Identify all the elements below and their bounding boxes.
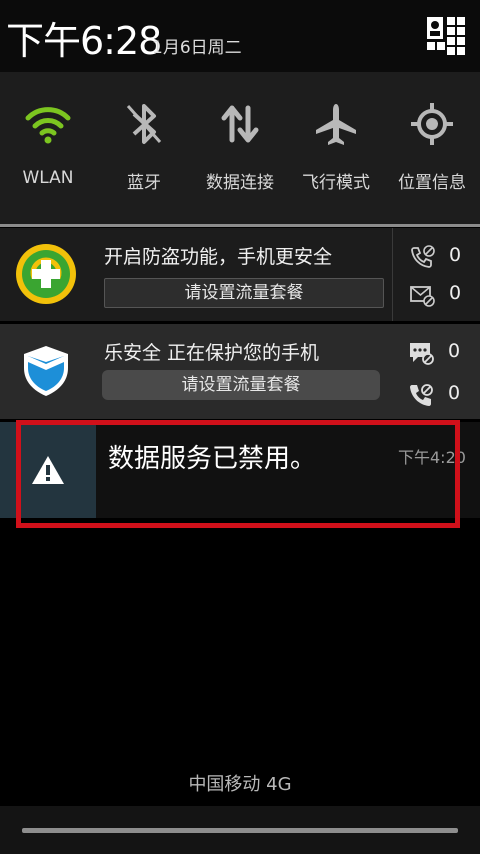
blocked-call-count: 0 (449, 244, 462, 266)
drag-handle-bar[interactable] (0, 806, 480, 854)
notification-card[interactable]: 数据服务已禁用。 下午4:20 (0, 422, 480, 518)
blocked-sms-counter[interactable]: 0 (409, 280, 479, 310)
blocked-phone-count: 0 (448, 382, 461, 404)
notification-title: 数据服务已禁用。 (108, 444, 317, 474)
warning-icon-box (0, 422, 96, 518)
counter-panel: 0 0 (392, 324, 480, 419)
carrier-label: 中国移动 4G (188, 774, 292, 795)
qs-bluetooth-toggle[interactable]: 蓝牙 (96, 72, 192, 226)
clock: 下午6:28 (6, 19, 162, 63)
notification-time: 下午4:20 (398, 448, 466, 467)
blocked-message-icon (410, 343, 434, 365)
blocked-call-icon (411, 245, 435, 268)
qs-location-toggle[interactable]: 位置信息 (384, 72, 480, 226)
qs-label: 蓝牙 (127, 173, 161, 193)
qs-wlan-toggle[interactable]: WLAN (0, 72, 96, 226)
notification-title: 开启防盗功能，手机更安全 (104, 246, 333, 268)
blocked-message-counter[interactable]: 0 (408, 338, 478, 368)
360-security-icon (16, 244, 76, 304)
blocked-phone-icon (410, 384, 433, 406)
qs-label: WLAN (22, 168, 74, 188)
blocked-message-count: 0 (448, 340, 461, 362)
blocked-call-counter[interactable]: 0 (409, 242, 479, 272)
date-label: 1月6日周二 (152, 38, 242, 58)
qs-label: 位置信息 (398, 173, 466, 193)
notification-title: 乐安全 正在保护您的手机 (104, 342, 320, 364)
airplane-icon (316, 104, 356, 145)
qs-airplane-toggle[interactable]: 飞行模式 (288, 72, 384, 226)
qs-label: 数据连接 (206, 173, 274, 193)
notification-card[interactable]: 乐安全 正在保护您的手机 请设置流量套餐 0 0 (0, 324, 480, 419)
warning-icon (32, 456, 64, 484)
counter-panel: 0 0 (392, 228, 480, 321)
notification-card[interactable]: 开启防盗功能，手机更安全 请设置流量套餐 0 0 (0, 228, 480, 321)
settings-grid-icon[interactable] (426, 16, 466, 56)
set-data-plan-button[interactable]: 请设置流量套餐 (102, 370, 380, 400)
divider (0, 224, 480, 227)
quick-settings-panel: WLAN 蓝牙 数据连接 飞行模式 位置信息 (0, 72, 480, 226)
set-data-plan-button[interactable]: 请设置流量套餐 (104, 278, 384, 308)
qs-label: 飞行模式 (302, 173, 370, 193)
qs-data-toggle[interactable]: 数据连接 (192, 72, 288, 226)
drag-handle[interactable] (22, 828, 458, 833)
status-header: 下午6:28 1月6日周二 (0, 0, 480, 72)
data-sync-icon (221, 105, 259, 143)
location-icon (411, 103, 453, 145)
blocked-sms-count: 0 (449, 282, 462, 304)
bluetooth-icon (126, 104, 162, 144)
blocked-sms-icon (410, 286, 435, 307)
shield-app-icon (24, 346, 68, 396)
wifi-icon (25, 107, 71, 144)
blocked-phone-counter[interactable]: 0 (408, 380, 478, 410)
